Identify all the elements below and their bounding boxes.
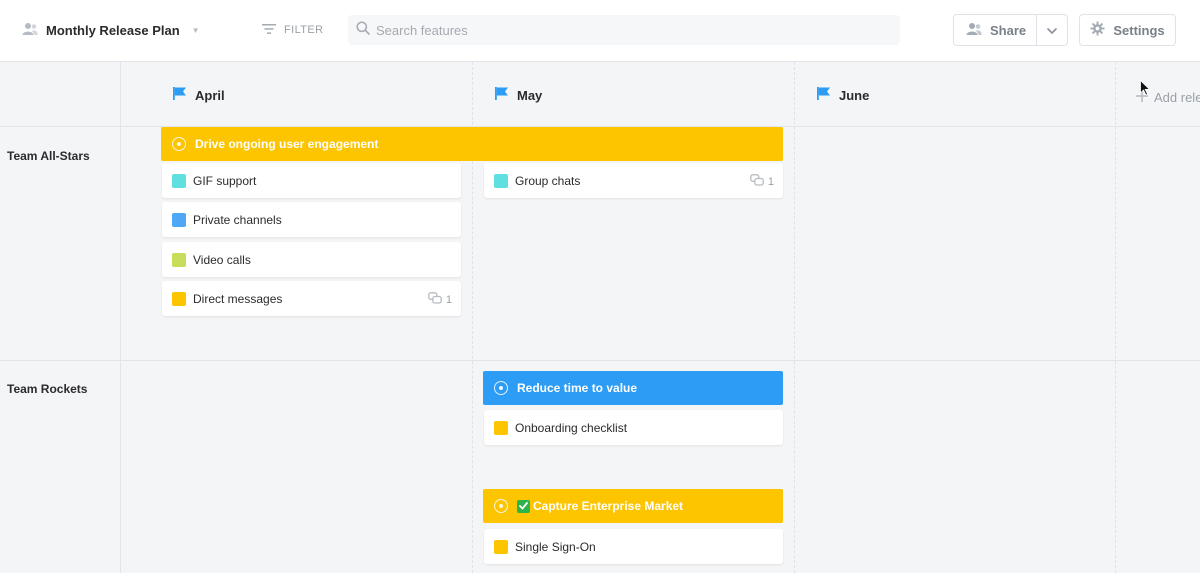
feature-card[interactable]: Group chats 1 xyxy=(484,163,783,198)
flag-icon xyxy=(494,86,509,104)
filter-label: FILTER xyxy=(284,24,324,36)
release-header-june[interactable]: June xyxy=(816,86,869,104)
chevron-down-icon xyxy=(1047,21,1057,39)
roadmap-grid: April May June Add rele Team All-Stars T… xyxy=(0,62,1200,573)
users-icon xyxy=(22,22,38,39)
plan-title: Monthly Release Plan xyxy=(46,22,180,38)
settings-label: Settings xyxy=(1113,22,1165,38)
feature-card[interactable]: Onboarding checklist xyxy=(484,410,783,445)
comment-count: 1 xyxy=(750,174,774,189)
feature-label: Direct messages xyxy=(193,291,283,306)
share-button[interactable]: Share xyxy=(954,15,1036,45)
search-input[interactable] xyxy=(376,22,876,38)
search-box[interactable] xyxy=(348,15,900,45)
objective-label: Capture Enterprise Market xyxy=(533,499,684,513)
filter-icon xyxy=(262,23,276,38)
feature-color xyxy=(172,212,186,227)
objective-label: Reduce time to value xyxy=(517,381,638,395)
objective-bar[interactable]: Capture Enterprise Market xyxy=(483,489,783,523)
column-divider xyxy=(794,62,795,573)
feature-label: GIF support xyxy=(193,173,257,188)
feature-color xyxy=(494,173,508,188)
column-divider xyxy=(1115,62,1116,573)
comments-icon xyxy=(428,292,442,307)
row-divider xyxy=(0,360,1200,361)
feature-label: Single Sign-On xyxy=(515,539,596,554)
feature-color xyxy=(172,252,186,267)
share-label: Share xyxy=(990,22,1027,38)
release-label: May xyxy=(517,87,543,103)
feature-color xyxy=(172,291,186,306)
feature-card[interactable]: Video calls xyxy=(162,242,461,277)
objective-bar[interactable]: Drive ongoing user engagement xyxy=(161,127,783,161)
feature-color xyxy=(494,539,508,554)
column-divider xyxy=(120,62,121,573)
release-header-may[interactable]: May xyxy=(494,86,542,104)
release-header-april[interactable]: April xyxy=(172,86,225,104)
feature-label: Group chats xyxy=(515,173,581,188)
share-button-group: Share xyxy=(953,14,1068,46)
feature-label: Onboarding checklist xyxy=(515,420,628,435)
feature-card[interactable]: GIF support xyxy=(162,163,461,198)
team-label-all-stars: Team All-Stars xyxy=(7,149,90,163)
share-dropdown-toggle[interactable] xyxy=(1037,15,1067,45)
comment-count: 1 xyxy=(428,292,452,307)
target-icon xyxy=(494,499,508,513)
gear-icon xyxy=(1090,21,1105,39)
objective-title: Capture Enterprise Market xyxy=(517,499,683,513)
users-icon xyxy=(966,22,982,39)
chevron-down-icon: ▼ xyxy=(191,25,200,35)
feature-label: Video calls xyxy=(193,252,251,267)
filter-button[interactable]: FILTER xyxy=(262,20,323,40)
feature-color xyxy=(494,420,508,435)
target-icon xyxy=(494,381,508,395)
comment-count-value: 1 xyxy=(445,293,452,306)
flag-icon xyxy=(816,86,831,104)
mouse-cursor-icon xyxy=(1140,79,1151,101)
objective-label: Drive ongoing user engagement xyxy=(195,137,379,151)
target-icon xyxy=(172,137,186,151)
feature-card[interactable]: Single Sign-On xyxy=(484,529,783,564)
feature-card[interactable]: Private channels xyxy=(162,202,461,237)
release-label: April xyxy=(195,87,225,103)
plan-selector[interactable]: Monthly Release Plan ▼ xyxy=(22,20,200,40)
comments-icon xyxy=(750,174,764,189)
team-label-rockets: Team Rockets xyxy=(7,382,88,396)
feature-color xyxy=(172,173,186,188)
checkmark-icon xyxy=(517,499,530,513)
objective-bar[interactable]: Reduce time to value xyxy=(483,371,783,405)
feature-card[interactable]: Direct messages 1 xyxy=(162,281,461,316)
settings-button[interactable]: Settings xyxy=(1079,14,1176,46)
flag-icon xyxy=(172,86,187,104)
comment-count-value: 1 xyxy=(767,175,774,188)
top-bar: Monthly Release Plan ▼ FILTER Search fea… xyxy=(0,0,1200,62)
add-release-label: Add rele xyxy=(1154,89,1200,105)
feature-label: Private channels xyxy=(193,212,282,227)
release-label: June xyxy=(839,87,870,103)
search-icon xyxy=(356,20,370,40)
